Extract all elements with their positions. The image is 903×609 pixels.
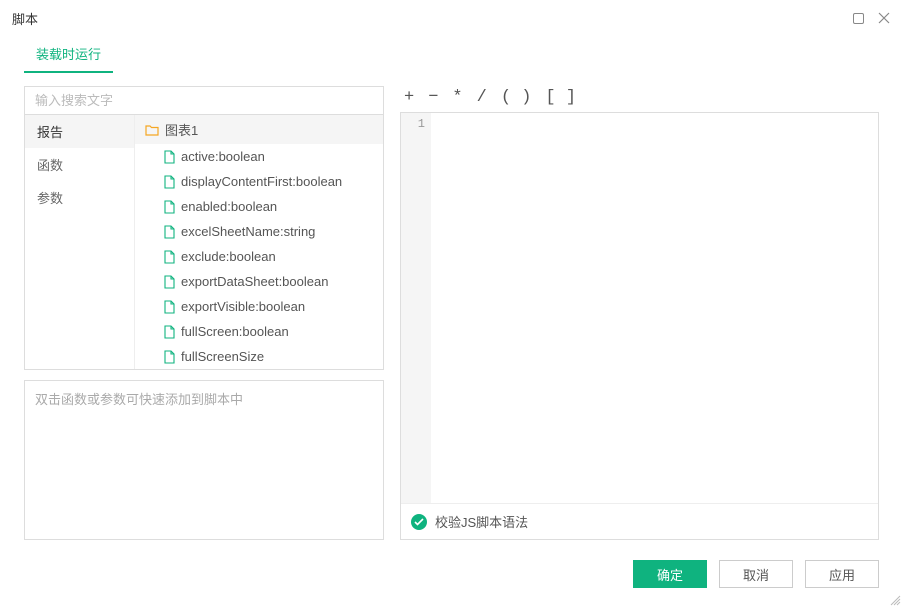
category-param[interactable]: 参数 [25, 181, 134, 214]
editor-panel: 1 校验JS脚本语法 [400, 112, 879, 540]
file-icon [163, 275, 175, 289]
tree-item[interactable]: fullScreen:boolean [135, 319, 383, 344]
tree-panels: 报告 函数 参数 图表1 active:boolean disp [25, 115, 383, 369]
hint-box: 双击函数或参数可快速添加到脚本中 [24, 380, 384, 540]
tree-item-label: exportDataSheet:boolean [181, 274, 328, 289]
maximize-icon [853, 13, 864, 24]
op-brackets[interactable]: [ ] [545, 88, 576, 107]
file-icon [163, 250, 175, 264]
file-icon [163, 350, 175, 364]
op-plus[interactable]: + [404, 88, 414, 107]
op-star[interactable]: * [452, 88, 462, 107]
cancel-button[interactable]: 取消 [719, 560, 793, 588]
tree-item-label: exclude:boolean [181, 249, 276, 264]
file-icon [163, 325, 175, 339]
apply-button[interactable]: 应用 [805, 560, 879, 588]
ok-button[interactable]: 确定 [633, 560, 707, 588]
tree-item[interactable]: exclude:boolean [135, 244, 383, 269]
tab-onload[interactable]: 装载时运行 [24, 36, 113, 73]
search-input[interactable] [25, 87, 383, 115]
tree-item[interactable]: fullScreenSize [135, 344, 383, 369]
close-icon [878, 12, 890, 24]
tree-item[interactable]: displayContentFirst:boolean [135, 169, 383, 194]
close-button[interactable] [877, 11, 891, 25]
file-icon [163, 175, 175, 189]
titlebar: 脚本 [0, 0, 903, 36]
tab-bar: 装载时运行 [0, 36, 903, 74]
tree-item-label: displayContentFirst:boolean [181, 174, 342, 189]
validate-label: 校验JS脚本语法 [435, 512, 528, 531]
tree-item-label: enabled:boolean [181, 199, 277, 214]
browse-panel: 报告 函数 参数 图表1 active:boolean disp [24, 86, 384, 370]
tree-item[interactable]: enabled:boolean [135, 194, 383, 219]
op-minus[interactable]: − [428, 88, 438, 107]
validate-bar[interactable]: 校验JS脚本语法 [401, 503, 878, 539]
tree-folder[interactable]: 图表1 [135, 115, 383, 144]
right-column: + − * / ( ) [ ] 1 校验JS脚本语法 [400, 86, 879, 540]
window-title: 脚本 [12, 9, 38, 28]
check-circle-icon [411, 514, 427, 530]
tree-item-label: fullScreenSize [181, 349, 264, 364]
tree-item[interactable]: excelSheetName:string [135, 219, 383, 244]
tree-folder-label: 图表1 [165, 120, 198, 139]
tree-item-list[interactable]: 图表1 active:boolean displayContentFirst:b… [135, 115, 383, 369]
op-slash[interactable]: / [477, 88, 487, 107]
file-icon [163, 300, 175, 314]
line-number: 1 [401, 117, 425, 131]
tree-item-label: fullScreen:boolean [181, 324, 289, 339]
resize-handle[interactable] [889, 594, 901, 606]
file-icon [163, 150, 175, 164]
op-parens[interactable]: ( ) [501, 88, 532, 107]
main-content: 报告 函数 参数 图表1 active:boolean disp [0, 74, 903, 550]
tree-item[interactable]: exportDataSheet:boolean [135, 269, 383, 294]
category-function[interactable]: 函数 [25, 148, 134, 181]
file-icon [163, 200, 175, 214]
tree-item[interactable]: exportVisible:boolean [135, 294, 383, 319]
tree-item-label: exportVisible:boolean [181, 299, 305, 314]
tree-item[interactable]: active:boolean [135, 144, 383, 169]
footer: 确定 取消 应用 [0, 550, 903, 598]
category-report[interactable]: 报告 [25, 115, 134, 148]
operator-toolbar: + − * / ( ) [ ] [400, 86, 879, 112]
file-icon [163, 225, 175, 239]
tree-item-label: active:boolean [181, 149, 265, 164]
maximize-button[interactable] [851, 11, 865, 25]
code-textarea[interactable] [431, 113, 878, 503]
window-controls [851, 11, 891, 25]
folder-icon [145, 124, 159, 136]
tree-item-label: excelSheetName:string [181, 224, 315, 239]
category-list: 报告 函数 参数 [25, 115, 135, 369]
editor-area: 1 [401, 113, 878, 503]
line-gutter: 1 [401, 113, 431, 503]
left-column: 报告 函数 参数 图表1 active:boolean disp [24, 86, 384, 540]
